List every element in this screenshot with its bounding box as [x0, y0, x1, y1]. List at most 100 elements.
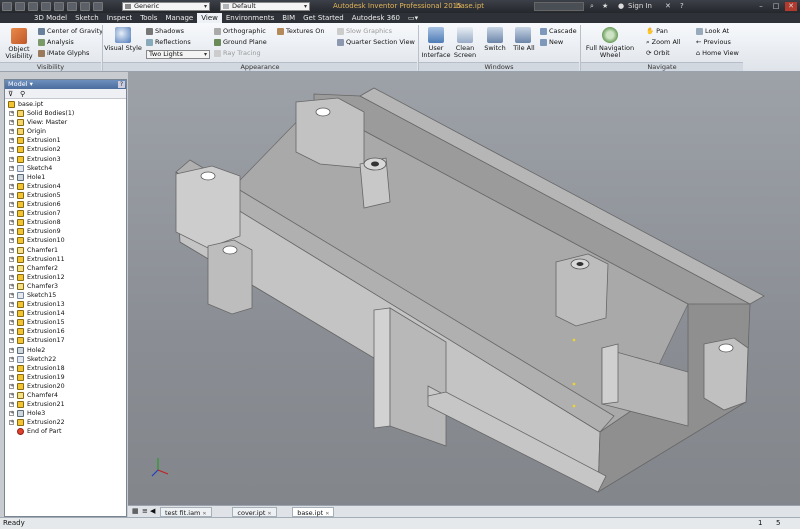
- expand-icon[interactable]: +: [9, 283, 14, 289]
- tree-node[interactable]: + Extrusion22: [5, 418, 126, 427]
- navigation-wheel-icon[interactable]: [602, 27, 618, 43]
- tree-node[interactable]: + Hole2: [5, 346, 126, 355]
- binoculars-icon[interactable]: ⌕: [590, 2, 594, 11]
- appearance-combo[interactable]: Default: [220, 2, 310, 11]
- redo-icon[interactable]: [67, 2, 77, 11]
- textures-on-button[interactable]: Textures On: [277, 27, 324, 35]
- tab-environments[interactable]: Environments: [222, 13, 278, 23]
- tile-all-button[interactable]: Tile All: [509, 45, 539, 52]
- expand-icon[interactable]: +: [9, 402, 14, 408]
- search-input[interactable]: [534, 2, 584, 11]
- expand-icon[interactable]: +: [9, 393, 14, 398]
- work-point[interactable]: [572, 338, 576, 342]
- tree-node[interactable]: + Chamfer4: [5, 391, 126, 400]
- exchange-icon[interactable]: ✕: [665, 2, 671, 10]
- graphics-window[interactable]: [128, 72, 800, 516]
- switch-button[interactable]: Switch: [480, 45, 510, 52]
- user-interface-icon[interactable]: [428, 27, 444, 43]
- work-point[interactable]: [572, 404, 576, 408]
- expand-icon[interactable]: +: [9, 302, 14, 308]
- expand-icon[interactable]: +: [9, 120, 14, 126]
- maximize-button[interactable]: □: [770, 2, 782, 11]
- pan-button[interactable]: ✋ Pan: [646, 27, 668, 35]
- expand-icon[interactable]: +: [9, 374, 14, 380]
- home-icon[interactable]: [80, 2, 90, 11]
- browser-help-icon[interactable]: ?: [118, 81, 125, 88]
- expand-icon[interactable]: +: [9, 256, 14, 262]
- expand-icon[interactable]: +: [9, 202, 14, 208]
- tree-node[interactable]: + Extrusion5: [5, 191, 126, 200]
- imate-glyphs-button[interactable]: iMate Glyphs: [38, 49, 89, 57]
- tree-node[interactable]: + Extrusion10: [5, 236, 126, 245]
- tree-node[interactable]: + Hole1: [5, 173, 126, 182]
- expand-icon[interactable]: +: [9, 174, 14, 180]
- tree-node[interactable]: + Sketch15: [5, 291, 126, 300]
- tab-tools[interactable]: Tools: [136, 13, 161, 23]
- expand-icon[interactable]: +: [9, 338, 14, 344]
- document-list-icon[interactable]: ≡: [142, 507, 148, 515]
- help-icon[interactable]: ?: [680, 2, 684, 10]
- tree-node[interactable]: + Extrusion8: [5, 218, 126, 227]
- save-icon[interactable]: [41, 2, 51, 11]
- look-at-button[interactable]: Look At: [696, 27, 729, 35]
- expand-icon[interactable]: +: [9, 211, 14, 217]
- tree-node[interactable]: +End of Part: [5, 427, 126, 436]
- subscription-icon[interactable]: ★: [602, 2, 608, 10]
- tree-node[interactable]: + Chamfer1: [5, 246, 126, 255]
- document-tab[interactable]: cover.ipt ✕: [232, 507, 277, 517]
- expand-icon[interactable]: +: [9, 238, 14, 244]
- tree-node[interactable]: + Extrusion14: [5, 309, 126, 318]
- tree-node[interactable]: + Extrusion7: [5, 209, 126, 218]
- tab-sketch[interactable]: Sketch: [71, 13, 103, 23]
- tree-node[interactable]: + Extrusion17: [5, 336, 126, 345]
- cascade-button[interactable]: Cascade: [540, 27, 577, 35]
- ground-plane-button[interactable]: Ground Plane: [214, 38, 267, 46]
- expand-icon[interactable]: +: [9, 247, 14, 253]
- tree-node[interactable]: + Extrusion11: [5, 255, 126, 264]
- shadows-button[interactable]: Shadows: [146, 27, 184, 35]
- tree-node[interactable]: + Extrusion3: [5, 155, 126, 164]
- visual-style-icon[interactable]: [115, 27, 131, 43]
- application-menu-icon[interactable]: [2, 2, 12, 11]
- ray-tracing-button[interactable]: Ray Tracing: [214, 49, 261, 57]
- expand-icon[interactable]: +: [9, 320, 14, 326]
- zoom-all-button[interactable]: ⌕ Zoom All: [646, 38, 681, 46]
- visual-style-button[interactable]: Visual Style: [104, 45, 142, 52]
- tree-node[interactable]: + Extrusion16: [5, 327, 126, 336]
- object-visibility-icon[interactable]: [11, 28, 27, 44]
- expand-icon[interactable]: +: [9, 292, 14, 298]
- tab-bim[interactable]: BIM: [278, 13, 299, 23]
- sign-in-link[interactable]: Sign In: [628, 2, 652, 10]
- tree-node[interactable]: + Sketch22: [5, 355, 126, 364]
- tree-node[interactable]: + Extrusion20: [5, 382, 126, 391]
- expand-icon[interactable]: +: [9, 156, 14, 162]
- document-tab[interactable]: base.ipt ✕: [292, 507, 335, 517]
- tree-node[interactable]: + Extrusion9: [5, 227, 126, 236]
- user-interface-button[interactable]: User Interface: [420, 45, 452, 59]
- filter-icon[interactable]: ⊽: [8, 90, 13, 98]
- switch-icon[interactable]: [487, 27, 503, 43]
- expand-icon[interactable]: +: [9, 147, 14, 153]
- tile-all-icon[interactable]: [515, 27, 531, 43]
- select-icon[interactable]: [93, 2, 103, 11]
- tab-3d-model[interactable]: 3D Model: [30, 13, 71, 23]
- expand-icon[interactable]: +: [9, 138, 14, 144]
- expand-icon[interactable]: +: [9, 329, 14, 335]
- tab-inspect[interactable]: Inspect: [103, 13, 137, 23]
- expand-icon[interactable]: +: [9, 411, 14, 417]
- user-icon[interactable]: ●: [618, 2, 624, 10]
- open-file-icon[interactable]: [28, 2, 38, 11]
- minimize-button[interactable]: –: [755, 2, 767, 11]
- analysis-button[interactable]: Analysis: [38, 38, 74, 46]
- previous-document-icon[interactable]: ◀: [150, 507, 155, 515]
- tab-autodesk-360[interactable]: Autodesk 360: [348, 13, 404, 23]
- expand-icon[interactable]: +: [9, 220, 14, 226]
- tree-node[interactable]: + Extrusion2: [5, 145, 126, 154]
- expand-icon[interactable]: +: [9, 311, 14, 317]
- orbit-button[interactable]: ⟳ Orbit: [646, 49, 670, 57]
- find-icon[interactable]: ⚲: [20, 90, 25, 98]
- new-file-icon[interactable]: [15, 2, 25, 11]
- tree-node[interactable]: + Extrusion6: [5, 200, 126, 209]
- tree-node[interactable]: + Hole3: [5, 409, 126, 418]
- quarter-section-view-button[interactable]: Quarter Section View: [337, 38, 415, 46]
